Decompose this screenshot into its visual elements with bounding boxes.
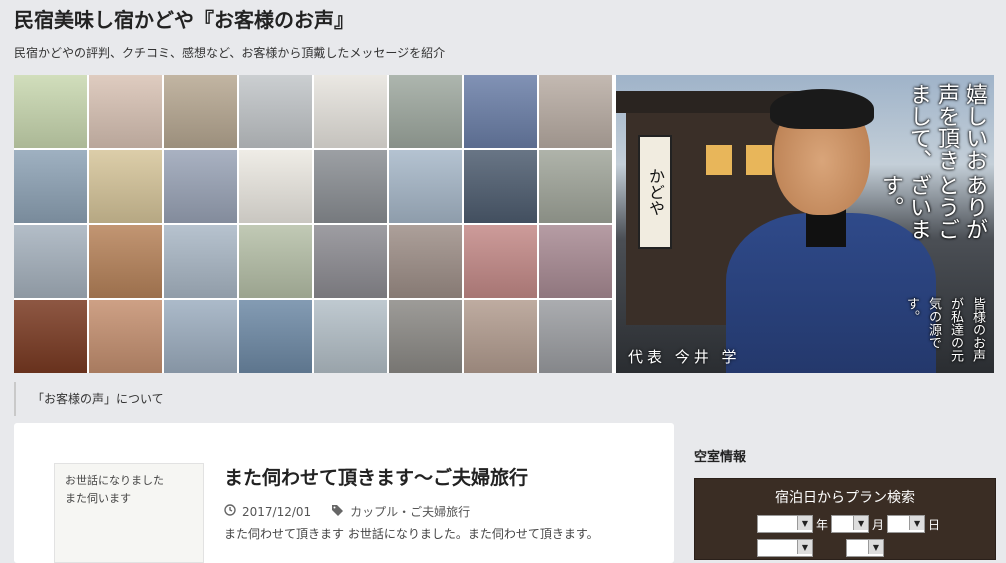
banner-heading-1: 嬉しいお声を頂きまして、 (906, 83, 987, 171)
customer-photo (539, 75, 612, 148)
customer-photo (314, 225, 387, 298)
tag-icon (331, 504, 344, 519)
dropdown-arrow-icon: ▼ (909, 516, 925, 530)
customer-photo (464, 300, 537, 373)
post-date: 2017/12/01 (242, 504, 312, 519)
dropdown-arrow-icon: ▼ (797, 540, 812, 554)
rooms-select[interactable]: ▼ (846, 539, 884, 557)
customer-photo (239, 300, 312, 373)
customer-photo (89, 150, 162, 223)
customer-photo (164, 75, 237, 148)
sidebar-vacancy-title: 空室情報 (694, 450, 747, 465)
clock-icon (224, 504, 236, 519)
customer-photo (314, 150, 387, 223)
month-select[interactable]: ▼ (831, 515, 870, 533)
customer-photo (14, 150, 87, 223)
day-select[interactable]: ▼ (887, 515, 926, 533)
post-excerpt: また伺わせて頂きます お世話になりました。また伺わせて頂きます。 (224, 527, 599, 541)
post-meta: 2017/12/01 カップル・ご夫婦旅行 (224, 503, 470, 520)
customer-photo (14, 225, 87, 298)
customer-photo (389, 225, 462, 298)
inn-sign: かどや (638, 135, 672, 249)
customer-photo (164, 300, 237, 373)
year-label: 年 (816, 517, 829, 532)
customer-photo-grid (14, 75, 612, 373)
customer-photo (314, 300, 387, 373)
about-link[interactable]: 「お客様の声」について (32, 390, 164, 407)
banner-heading-2: ありがとうございます。 (878, 173, 987, 240)
customer-photo (164, 150, 237, 223)
about-nav: 「お客様の声」について (14, 382, 996, 416)
representative-name: 代表 今井 学 (628, 348, 741, 366)
customer-photo (389, 75, 462, 148)
representative-portrait: かどや 嬉しいお声を頂きまして、 ありがとうございます。 皆様のお声が私達の元気… (616, 75, 994, 373)
dropdown-arrow-icon: ▼ (853, 516, 869, 530)
customer-photo (164, 225, 237, 298)
customer-photo (89, 300, 162, 373)
customer-photo (464, 225, 537, 298)
plan-search-title: 宿泊日からプラン検索 (775, 490, 915, 506)
customer-photo (14, 75, 87, 148)
customer-photo (14, 300, 87, 373)
date-select-row: ▼ 年 ▼ 月 ▼ 日 (757, 515, 940, 533)
post-title[interactable]: また伺わせて頂きます～ご夫婦旅行 (224, 463, 528, 490)
post-category-link[interactable]: カップル・ご夫婦旅行 (350, 503, 470, 520)
post-card: お世話になりました また伺います また伺わせて頂きます～ご夫婦旅行 2017/1… (14, 423, 674, 563)
customer-photo (389, 150, 462, 223)
customer-photo (539, 300, 612, 373)
nights-select[interactable]: ▼ (757, 539, 813, 557)
plan-search-widget: 宿泊日からプラン検索 ▼ 年 ▼ 月 ▼ 日 ▼ ▼ (694, 478, 996, 560)
dropdown-arrow-icon: ▼ (868, 540, 883, 554)
customer-photo (89, 225, 162, 298)
banner-subtext: 皆様のお声が私達の元気の源です。 (904, 296, 985, 362)
day-label: 日 (928, 517, 941, 532)
banner-message: 嬉しいお声を頂きまして、 ありがとうございます。 皆様のお声が私達の元気の源です… (876, 83, 988, 368)
post-thumbnail[interactable]: お世話になりました また伺います (54, 463, 204, 563)
dropdown-arrow-icon: ▼ (797, 516, 812, 530)
thumb-text-2: また伺います (65, 492, 131, 505)
year-select[interactable]: ▼ (757, 515, 813, 533)
customer-photo (389, 300, 462, 373)
customer-photo (314, 75, 387, 148)
month-label: 月 (872, 517, 885, 532)
second-select-row: ▼ ▼ (757, 539, 884, 557)
site-description: 民宿かどやの評判、クチコミ、感想など、お客様から頂戴したメッセージを紹介 (14, 46, 446, 60)
customer-photo (239, 225, 312, 298)
site-title[interactable]: 民宿美味し宿かどや『お客様のお声』 (14, 4, 354, 33)
thumb-text-1: お世話になりました (65, 474, 164, 487)
customer-photo (539, 150, 612, 223)
customer-photo (464, 150, 537, 223)
customer-photo (89, 75, 162, 148)
customer-photo (539, 225, 612, 298)
customer-photo (239, 75, 312, 148)
customer-photo (239, 150, 312, 223)
customer-photo (464, 75, 537, 148)
header-banner: かどや 嬉しいお声を頂きまして、 ありがとうございます。 皆様のお声が私達の元気… (14, 75, 994, 373)
